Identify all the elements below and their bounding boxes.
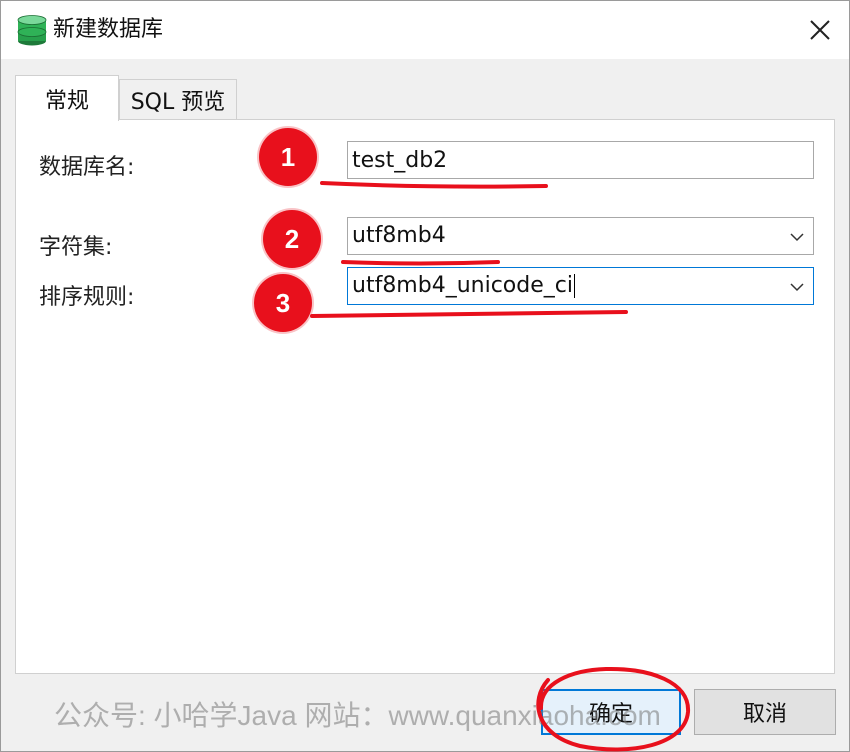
collation-label: 排序规则: xyxy=(39,285,135,310)
text-caret xyxy=(573,274,575,298)
db-name-input[interactable] xyxy=(347,141,814,179)
database-icon xyxy=(17,15,47,46)
dialog-window: 新建数据库 常规 SQL 预览 数据库名: 字符集: utf8mb4 排序规则:… xyxy=(0,0,850,752)
tab-general[interactable]: 常规 xyxy=(15,75,119,121)
chevron-down-icon xyxy=(790,283,804,292)
db-name-label: 数据库名: xyxy=(39,155,135,180)
general-panel xyxy=(15,119,835,674)
chevron-down-icon xyxy=(790,233,804,242)
charset-select[interactable]: utf8mb4 xyxy=(347,217,814,255)
collation-value: utf8mb4_unicode_ci xyxy=(352,273,573,298)
annotation-badge-1: 1 xyxy=(259,128,317,186)
title-bar: 新建数据库 xyxy=(1,1,849,59)
annotation-badge-2: 2 xyxy=(263,210,321,268)
collation-value-wrap: utf8mb4_unicode_ci xyxy=(352,268,575,304)
close-icon xyxy=(810,20,830,40)
tab-sql-preview[interactable]: SQL 预览 xyxy=(119,79,237,119)
annotation-badge-3: 3 xyxy=(254,274,312,332)
watermark: 公众号: 小哈学Java 网站：www.quanxiaoha.com xyxy=(54,700,661,731)
cancel-button[interactable]: 取消 xyxy=(694,689,836,735)
charset-value: utf8mb4 xyxy=(352,223,446,248)
charset-label: 字符集: xyxy=(39,235,113,260)
window-title: 新建数据库 xyxy=(53,17,164,42)
collation-select[interactable]: utf8mb4_unicode_ci xyxy=(347,267,814,305)
close-button[interactable] xyxy=(803,13,837,47)
